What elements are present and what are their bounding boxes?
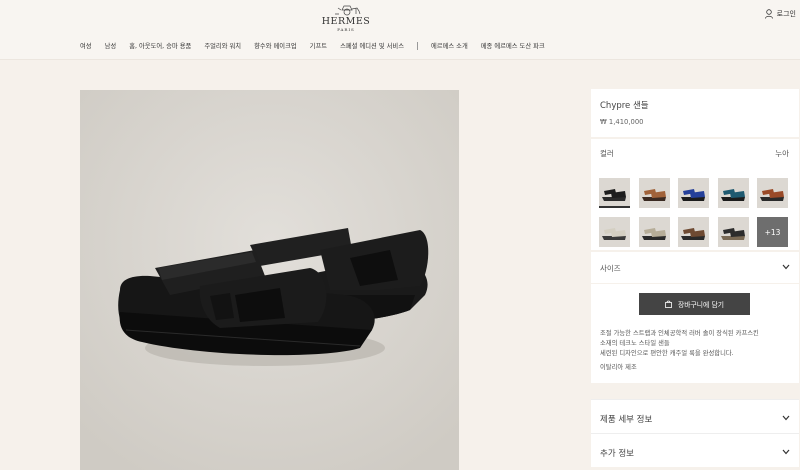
more-colors-button[interactable]: +13 bbox=[757, 217, 788, 247]
nav-item-home-outdoor[interactable]: 홈, 아웃도어, 승마 용품 bbox=[129, 41, 191, 50]
sandal-thumbnail-icon bbox=[678, 217, 709, 247]
product-title: Chypre 샌들 bbox=[600, 101, 649, 111]
color-swatch[interactable] bbox=[599, 178, 630, 208]
sandal-thumbnail-icon bbox=[678, 178, 709, 208]
additional-info-accordion[interactable]: 추가 정보 bbox=[591, 433, 799, 467]
nav-item-dosan-park[interactable]: 메종 에르메스 도산 파크 bbox=[481, 41, 545, 50]
nav-item-women[interactable]: 여성 bbox=[80, 41, 92, 50]
selected-color-name: 누아 bbox=[775, 149, 789, 158]
nav-item-gifts[interactable]: 기프트 bbox=[310, 41, 327, 50]
sandal-thumbnail-icon bbox=[717, 217, 749, 247]
color-swatch[interactable] bbox=[638, 217, 670, 247]
login-link[interactable]: 로그인 bbox=[764, 9, 796, 19]
color-selector: 컬러 누아 +13 bbox=[591, 139, 799, 250]
color-label: 컬러 bbox=[600, 149, 614, 158]
chevron-down-icon bbox=[782, 449, 790, 455]
user-icon bbox=[764, 9, 773, 19]
color-swatch[interactable] bbox=[599, 217, 630, 247]
product-details-accordion[interactable]: 제품 세부 정보 bbox=[591, 399, 799, 433]
add-to-cart-label: 장바구니에 담기 bbox=[678, 301, 724, 309]
logo-wordmark: HERMES bbox=[321, 16, 371, 27]
sandal-thumbnail-icon bbox=[599, 217, 630, 247]
description-line: 세련된 디자인으로 편안한 캐주얼 룩을 완성합니다. bbox=[600, 349, 734, 357]
description-line: 소재의 테크노 스타일 샌들 bbox=[600, 339, 670, 347]
description-line: 조절 가능한 스트랩과 인체공학적 러버 솔이 장식된 카프스킨 bbox=[600, 330, 759, 337]
main-navigation: 여성 남성 홈, 아웃도어, 승마 용품 주얼리와 워치 향수와 메이크업 기프… bbox=[80, 41, 558, 50]
color-swatch[interactable] bbox=[717, 178, 749, 208]
sandal-thumbnail-icon bbox=[757, 178, 788, 208]
color-swatches: +13 bbox=[599, 178, 794, 248]
chevron-down-icon bbox=[782, 415, 790, 421]
product-panel: Chypre 샌들 ₩ 1,410,000 컬러 누아 +13 사이즈 장바구니… bbox=[591, 89, 799, 467]
nav-item-about[interactable]: 에르메스 소개 bbox=[431, 41, 468, 50]
chevron-down-icon bbox=[782, 264, 790, 270]
product-info-card: Chypre 샌들 ₩ 1,410,000 bbox=[591, 89, 799, 137]
color-swatch[interactable] bbox=[638, 178, 670, 208]
panel-gap bbox=[591, 383, 799, 399]
color-swatch[interactable] bbox=[678, 217, 709, 247]
size-label: 사이즈 bbox=[600, 264, 621, 273]
logo-subtitle: PARIS bbox=[337, 27, 355, 32]
add-to-cart-button[interactable]: 장바구니에 담기 bbox=[639, 293, 750, 315]
nav-item-fragrance-makeup[interactable]: 향수와 메이크업 bbox=[254, 41, 297, 50]
made-in-label: 이탈리아 제조 bbox=[600, 364, 637, 372]
cart-card: 장바구니에 담기 bbox=[591, 284, 799, 318]
product-details-label: 제품 세부 정보 bbox=[600, 415, 653, 425]
product-image[interactable] bbox=[80, 90, 459, 470]
product-description: 조절 가능한 스트랩과 인체공학적 러버 솔이 장식된 카프스킨 소재의 테크노… bbox=[591, 318, 799, 383]
product-price: ₩ 1,410,000 bbox=[600, 118, 644, 126]
nav-item-special-editions[interactable]: 스페셜 에디션 및 서비스 bbox=[340, 41, 404, 50]
additional-info-label: 추가 정보 bbox=[600, 449, 634, 459]
site-header: HERMES PARIS 로그인 여성 남성 홈, 아웃도어, 승마 용품 주얼… bbox=[0, 0, 800, 60]
sandal-thumbnail-icon bbox=[717, 178, 749, 208]
nav-divider bbox=[417, 41, 418, 50]
shopping-bag-icon bbox=[665, 300, 672, 308]
nav-item-men[interactable]: 남성 bbox=[105, 41, 117, 50]
hermes-logo[interactable]: HERMES PARIS bbox=[320, 2, 372, 32]
color-swatch[interactable] bbox=[717, 217, 749, 247]
sandal-thumbnail-icon bbox=[599, 178, 630, 208]
color-swatch[interactable] bbox=[678, 178, 709, 208]
sandal-illustration bbox=[80, 90, 459, 470]
sandal-thumbnail-icon bbox=[638, 217, 670, 247]
color-swatch[interactable] bbox=[757, 178, 788, 208]
nav-item-jewelry-watches[interactable]: 주얼리와 워치 bbox=[204, 41, 241, 50]
carriage-icon bbox=[335, 5, 361, 16]
size-selector[interactable]: 사이즈 bbox=[591, 252, 799, 283]
login-label: 로그인 bbox=[776, 10, 796, 18]
sandal-thumbnail-icon bbox=[638, 178, 670, 208]
more-colors-count: +13 bbox=[764, 227, 781, 237]
